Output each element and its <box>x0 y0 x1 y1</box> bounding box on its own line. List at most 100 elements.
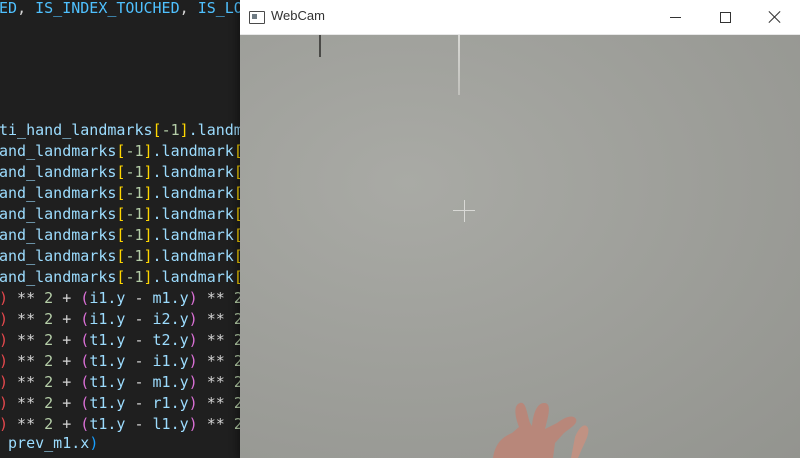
code-token: - <box>125 331 153 349</box>
code-token: ) <box>0 310 8 328</box>
video-feed <box>240 35 800 458</box>
code-token: and_landmarks <box>0 268 117 286</box>
code-token: 2 <box>44 415 54 433</box>
code-token: , <box>17 0 36 17</box>
code-line: and_landmarks[-1].landmark[lm <box>0 246 261 267</box>
code-token: , <box>179 0 198 17</box>
code-line: ti_hand_landmarks[-1].landmar <box>0 120 261 141</box>
code-line: ) ** 2 + (t1.y - i1.y) ** 2) <box>0 351 252 372</box>
code-token: 2 <box>44 310 54 328</box>
code-token: ( <box>80 394 90 412</box>
code-token: ED <box>0 0 18 17</box>
code-token: m1.y <box>152 289 189 307</box>
code-token: ** <box>8 289 45 307</box>
code-token: r1.y <box>152 394 189 412</box>
code-token: 2 <box>44 331 54 349</box>
code-token: ** <box>197 289 234 307</box>
code-token: + <box>53 310 81 328</box>
app-window-icon <box>249 11 265 24</box>
code-token: and_landmarks <box>0 247 117 265</box>
code-token: .landmark <box>152 247 234 265</box>
code-token: i2.y <box>152 310 189 328</box>
code-token: .landmark <box>152 142 234 160</box>
code-token: t2.y <box>152 331 189 349</box>
code-token: ) <box>0 415 8 433</box>
code-token: ) <box>0 352 8 370</box>
code-line: prev_m1.x) <box>0 433 98 454</box>
code-token: ( <box>80 415 90 433</box>
code-token: and_landmarks <box>0 226 117 244</box>
code-token: 2 <box>44 289 54 307</box>
code-line: ) ** 2 + (t1.y - m1.y) ** 2) <box>0 372 252 393</box>
code-token: ( <box>80 310 90 328</box>
code-token: ** <box>197 394 234 412</box>
code-token: -1 <box>125 247 144 265</box>
code-token: l1.y <box>152 415 189 433</box>
code-token: ) <box>188 394 198 412</box>
code-token: ** <box>197 352 234 370</box>
code-token: - <box>125 352 153 370</box>
hanging-cable <box>458 35 460 95</box>
code-token: + <box>53 373 81 391</box>
code-token: -1 <box>125 205 144 223</box>
code-token: ( <box>80 352 90 370</box>
code-token: 2 <box>44 373 54 391</box>
code-token: ( <box>80 289 90 307</box>
code-line: and_landmarks[-1].landmark[lm <box>0 141 261 162</box>
code-token: ** <box>8 331 45 349</box>
code-token: - <box>125 415 153 433</box>
code-token: t1.y <box>89 415 126 433</box>
code-line: ) ** 2 + (t1.y - r1.y) ** 2) <box>0 393 252 414</box>
code-token: ** <box>8 310 45 328</box>
code-token: - <box>125 310 153 328</box>
code-token: ] <box>143 163 153 181</box>
code-token: ) <box>0 331 8 349</box>
code-token: ) <box>188 289 198 307</box>
code-line: ED, IS_INDEX_TOUCHED, IS_LOCK <box>0 0 261 19</box>
minimize-icon <box>669 16 681 18</box>
code-token: ) <box>0 289 8 307</box>
code-token: .landmark <box>152 226 234 244</box>
code-token: ** <box>197 310 234 328</box>
code-line: ) ** 2 + (i1.y - i2.y) ** 2) <box>0 309 252 330</box>
code-token: t1.y <box>89 331 126 349</box>
code-token: ** <box>8 415 45 433</box>
title-bar[interactable]: WebCam <box>240 0 800 35</box>
close-button[interactable] <box>750 0 800 34</box>
code-token: -1 <box>125 142 144 160</box>
code-token: t1.y <box>89 352 126 370</box>
minimize-button[interactable] <box>650 0 700 34</box>
code-token: -1 <box>125 226 144 244</box>
code-token: prev_m1.x <box>0 434 90 452</box>
code-token: ) <box>0 373 8 391</box>
code-token: ] <box>143 268 153 286</box>
code-token: and_landmarks <box>0 142 117 160</box>
code-token: t1.y <box>89 394 126 412</box>
code-token: ) <box>188 331 198 349</box>
code-token: + <box>53 352 81 370</box>
hand-icon <box>493 402 589 458</box>
code-token: ) <box>188 373 198 391</box>
code-token: ** <box>8 394 45 412</box>
code-line: and_landmarks[-1].landmark[lm <box>0 267 261 288</box>
webcam-window[interactable]: WebCam <box>240 0 800 458</box>
code-token: ti_hand_landmarks <box>0 121 153 139</box>
maximize-icon <box>719 11 731 23</box>
code-token: .landmark <box>152 205 234 223</box>
code-token: i1.y <box>89 289 126 307</box>
code-token: ** <box>197 331 234 349</box>
code-token: and_landmarks <box>0 205 117 223</box>
code-token: ] <box>143 142 153 160</box>
code-token: ) <box>188 310 198 328</box>
code-token: ** <box>197 415 234 433</box>
code-token: ] <box>143 226 153 244</box>
code-token: ) <box>0 394 8 412</box>
code-line: and_landmarks[-1].landmark[lm <box>0 225 261 246</box>
code-token: -1 <box>125 268 144 286</box>
code-line: ) ** 2 + (t1.y - l1.y) ** 2) <box>0 414 252 435</box>
code-token: ** <box>197 373 234 391</box>
code-token: ] <box>179 121 189 139</box>
maximize-button[interactable] <box>700 0 750 34</box>
crosshair-icon <box>464 200 465 222</box>
code-token: and_landmarks <box>0 163 117 181</box>
